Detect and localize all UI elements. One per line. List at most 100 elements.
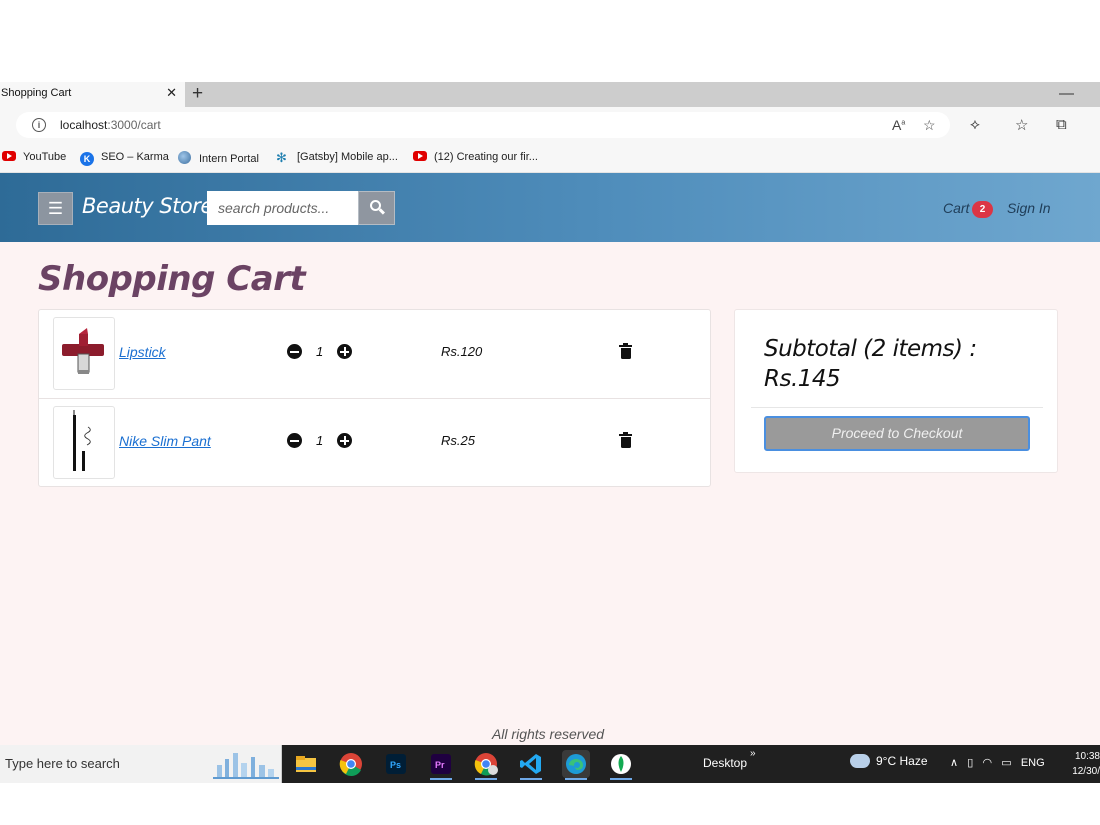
- snowflake-icon: ✻: [276, 150, 287, 165]
- info-icon[interactable]: i: [32, 118, 46, 132]
- bookmark-label: SEO – Karma: [101, 151, 169, 163]
- edge-icon[interactable]: [562, 750, 590, 780]
- active-indicator: [520, 778, 542, 780]
- page-title: Shopping Cart: [38, 259, 306, 299]
- address-bar[interactable]: i localhost:3000/cart Aa ☆: [16, 112, 950, 138]
- bookmark-creating[interactable]: (12) Creating our fir...: [413, 151, 538, 163]
- item-name-link[interactable]: Lipstick: [119, 344, 166, 360]
- search-button[interactable]: [358, 191, 395, 225]
- menu-button[interactable]: ☰: [38, 192, 73, 225]
- bookmark-label: Intern Portal: [199, 153, 259, 165]
- chevron-up-icon[interactable]: ∧: [950, 757, 958, 769]
- vscode-icon[interactable]: [517, 750, 545, 780]
- increase-qty-icon[interactable]: [337, 344, 352, 359]
- subtotal-amount: Rs.145: [764, 366, 841, 392]
- system-tray[interactable]: ∧ ▯ ◠ ▭ ENG: [950, 756, 1045, 769]
- new-tab-icon[interactable]: +: [192, 82, 203, 106]
- cart-count-badge: 2: [972, 201, 993, 218]
- bookmark-label: (12) Creating our fir...: [434, 151, 538, 163]
- summary-divider: [751, 407, 1043, 408]
- address-host: localhost: [60, 118, 108, 132]
- battery-icon[interactable]: ▭: [1001, 757, 1011, 769]
- premiere-icon[interactable]: Pr: [427, 750, 455, 780]
- desktop-toolbar-label[interactable]: Desktop: [703, 756, 747, 770]
- bookmark-label: YouTube: [23, 151, 67, 163]
- cart-items-list: Lipstick 1 Rs.120 Nike Slim Pant 1 Rs.25: [38, 309, 711, 487]
- sign-in-link[interactable]: Sign In: [1007, 200, 1051, 216]
- tab-strip: Shopping Cart ✕ + —: [0, 82, 1100, 107]
- taskbar-clock[interactable]: 10:38 12/30/: [1068, 749, 1100, 779]
- read-aloud-icon[interactable]: Aa: [892, 117, 905, 133]
- svg-text:Ps: Ps: [390, 760, 401, 770]
- youtube-icon: [2, 151, 16, 161]
- taskbar-search-placeholder: Type here to search: [5, 756, 120, 771]
- item-quantity: 1: [316, 433, 324, 448]
- subtotal-label: Subtotal (2 items) :: [764, 336, 977, 362]
- subtotal-text: Subtotal (2 items) : Rs.145: [764, 334, 977, 394]
- favorite-star-icon[interactable]: ☆: [923, 117, 936, 134]
- mongodb-icon[interactable]: [607, 750, 635, 780]
- increase-qty-icon[interactable]: [337, 433, 352, 448]
- lipstick-image[interactable]: [53, 317, 115, 390]
- address-url[interactable]: localhost:3000/cart: [60, 118, 161, 132]
- clock-time: 10:38: [1074, 751, 1100, 762]
- bookmark-youtube[interactable]: YouTube: [2, 151, 66, 163]
- footer-text: All rights reserved: [491, 726, 605, 742]
- close-tab-icon[interactable]: ✕: [166, 85, 177, 101]
- active-indicator: [475, 778, 497, 780]
- cart-link[interactable]: Cart: [943, 200, 969, 216]
- brand-logo[interactable]: Beauty Store: [82, 194, 213, 218]
- extensions-icon[interactable]: ⟡: [970, 116, 980, 133]
- active-indicator: [565, 778, 587, 780]
- bookmark-seo-karma[interactable]: K SEO – Karma: [80, 151, 169, 166]
- cart-item: Nike Slim Pant 1 Rs.25: [39, 398, 710, 486]
- globe-icon: [178, 151, 191, 164]
- active-indicator: [610, 778, 632, 780]
- youtube-icon: [413, 151, 427, 161]
- weather-widget[interactable]: 9°C Haze: [850, 748, 928, 768]
- language-indicator[interactable]: ENG: [1021, 757, 1045, 769]
- eyeliner-image[interactable]: [53, 406, 115, 479]
- favorites-icon[interactable]: ☆: [1015, 116, 1028, 134]
- search-input[interactable]: [207, 191, 358, 225]
- chevron-right-icon[interactable]: »: [750, 748, 756, 759]
- bookmark-gatsby[interactable]: ✻ [Gatsby] Mobile ap...: [276, 151, 398, 164]
- item-name-link[interactable]: Nike Slim Pant: [119, 433, 211, 449]
- wifi-icon[interactable]: ◠: [982, 757, 992, 769]
- taskbar-search-box[interactable]: Type here to search: [0, 745, 282, 783]
- svg-text:Pr: Pr: [435, 760, 445, 770]
- photoshop-icon[interactable]: Ps: [382, 750, 410, 778]
- tab-shopping-cart[interactable]: Shopping Cart ✕: [0, 82, 185, 107]
- cart-item: Lipstick 1 Rs.120: [39, 310, 710, 398]
- checkout-button[interactable]: Proceed to Checkout: [764, 416, 1030, 451]
- site-navbar: ☰ Beauty Store Cart 2 Sign In: [0, 173, 1100, 242]
- bookmark-label: [Gatsby] Mobile ap...: [297, 151, 398, 163]
- clock-date: 12/30/: [1072, 766, 1100, 777]
- collections-icon[interactable]: ⧉: [1056, 116, 1067, 133]
- delete-icon[interactable]: [619, 343, 632, 359]
- active-indicator: [430, 778, 452, 780]
- karma-icon: K: [80, 152, 94, 166]
- chrome-profile-icon[interactable]: [472, 750, 500, 780]
- browser-window: Shopping Cart ✕ + — i localhost:3000/car…: [0, 82, 1100, 783]
- weather-text: 9°C Haze: [876, 754, 928, 768]
- item-price: Rs.25: [441, 433, 475, 448]
- tab-title: Shopping Cart: [1, 87, 72, 99]
- hamburger-icon: ☰: [47, 199, 64, 218]
- delete-icon[interactable]: [619, 432, 632, 448]
- skyline-icon: [213, 753, 279, 779]
- decrease-qty-icon[interactable]: [287, 433, 302, 448]
- device-icon[interactable]: ▯: [967, 757, 973, 769]
- minimize-icon[interactable]: —: [1059, 82, 1074, 106]
- item-price: Rs.120: [441, 344, 483, 359]
- address-bar-row: i localhost:3000/cart Aa ☆ ⟡ ☆ ⧉: [0, 107, 1100, 143]
- order-summary-card: Subtotal (2 items) : Rs.145 Proceed to C…: [734, 309, 1058, 473]
- windows-taskbar: Type here to search Ps Pr Desktop » 9°C …: [0, 745, 1100, 783]
- file-explorer-icon[interactable]: [292, 750, 320, 778]
- item-quantity: 1: [316, 344, 324, 359]
- decrease-qty-icon[interactable]: [287, 344, 302, 359]
- bookmark-intern-portal[interactable]: Intern Portal: [178, 151, 259, 165]
- address-path: :3000/cart: [107, 118, 161, 132]
- weather-cloud-icon: [850, 748, 870, 768]
- chrome-icon[interactable]: [337, 750, 365, 778]
